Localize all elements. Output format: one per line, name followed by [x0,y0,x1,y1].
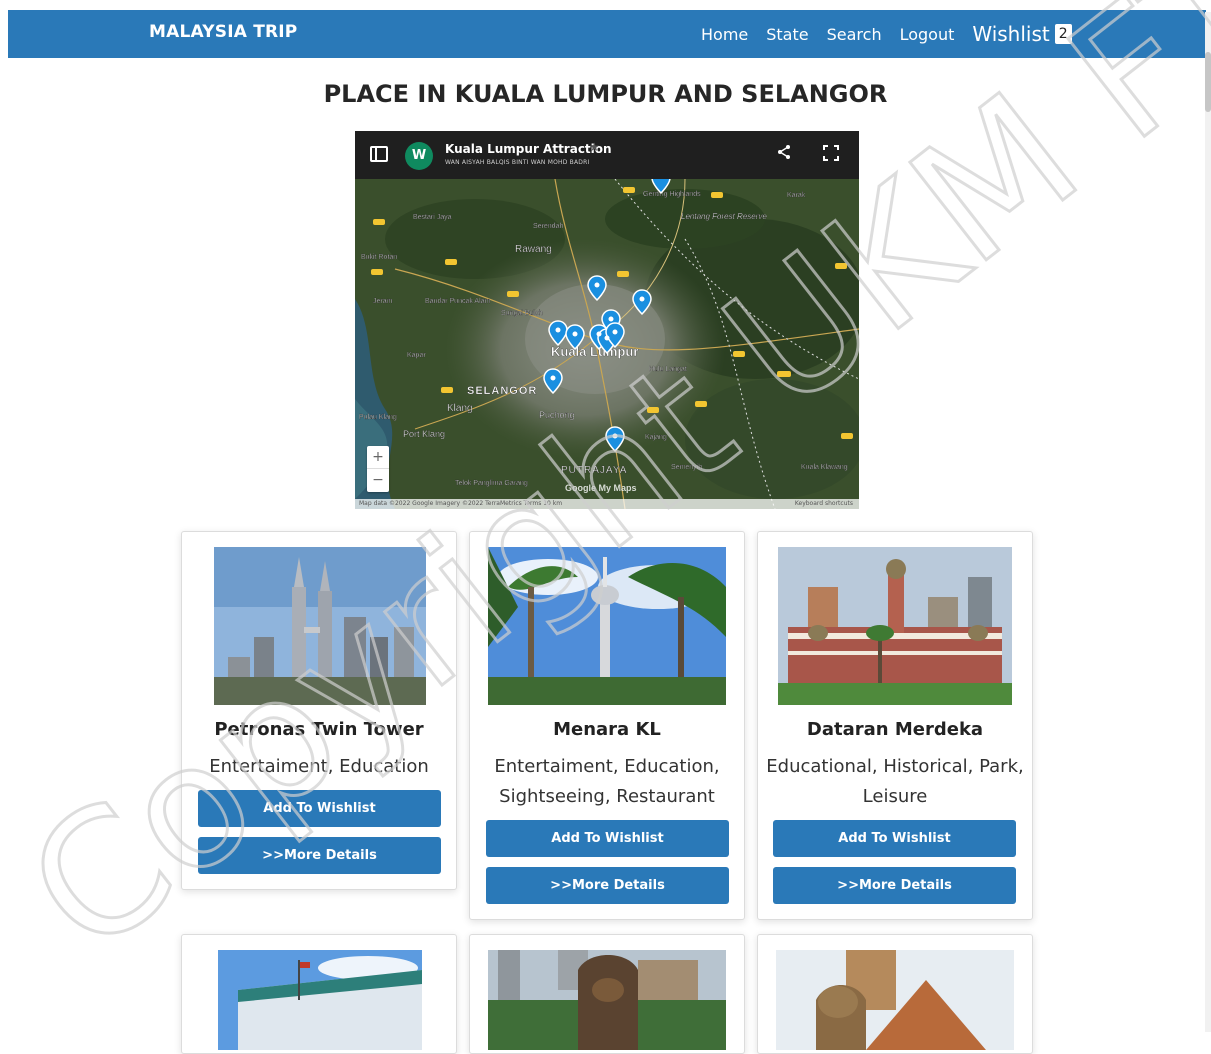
map-label-kapar: Kapar [407,352,426,359]
place-name: Menara KL [553,719,661,740]
map-label-serendah: Serendah [533,223,563,230]
author-avatar: W [405,142,433,170]
map-label-jeram: Jeram [373,298,393,305]
map-attribution-text[interactable]: Map data ©2022 Google Imagery ©2022 Terr… [359,499,562,509]
map-graphic: Kuala Lumpur SELANGOR Rawang Klang Pucho… [355,168,859,509]
map-label-bestari-jaya: Bestari Jaya [413,214,452,221]
map-label-genting: Genting Highlands [643,191,701,198]
more-details-button[interactable]: >>More Details [198,837,441,874]
map-zoom-control: + − [367,446,389,492]
more-details-button[interactable]: >>More Details [486,867,729,904]
place-card [757,934,1033,1054]
place-photo [488,950,726,1050]
place-categories: Entertaiment, Education [209,756,429,777]
nav-search-link[interactable]: Search [827,25,882,44]
sidebar-panel-icon[interactable] [370,146,388,162]
nav-home-link[interactable]: Home [701,25,748,44]
zoom-in-button[interactable]: + [367,446,389,469]
more-details-button[interactable]: >>More Details [773,867,1016,904]
place-card [469,934,745,1054]
map-label-semenyih: Semenyih [671,464,702,471]
page-scrollbar[interactable] [1205,12,1211,1032]
map-label-selangor: SELANGOR [467,385,537,397]
map-label-rawang: Rawang [515,244,552,255]
map-label-klang: Klang [447,403,473,414]
add-to-wishlist-button[interactable]: Add To Wishlist [486,820,729,857]
map-attribution: Map data ©2022 Google Imagery ©2022 Terr… [355,499,859,509]
place-card: Dataran Merdeka Educational, Historical,… [757,531,1033,920]
nav-logout-link[interactable]: Logout [900,25,955,44]
page-title: PLACE IN KUALA LUMPUR AND SELANGOR [323,80,888,108]
place-card [181,934,457,1054]
brand-logo-text[interactable]: MALAYSIA TRIP [149,22,297,42]
map-title[interactable]: Kuala Lumpur Attraction [445,142,612,156]
map-label-bandar-puncak: Bandar Puncak Alam [425,298,491,305]
place-card: Menara KL Entertaiment, Education, Sight… [469,531,745,920]
map-label-bukit-rotan: Bukit Rotan [361,254,397,261]
add-to-wishlist-button[interactable]: Add To Wishlist [198,790,441,827]
map-label-puchong: Puchong [539,410,575,420]
place-categories: Educational, Historical, Park, Leisure [766,756,1024,807]
map-label-hulu-langat: Hulu Langat [649,366,687,373]
place-name: Petronas Twin Tower [214,719,424,740]
map-label-pulau-klang: Pulau Klang [359,414,397,421]
place-photo [218,950,422,1050]
add-to-wishlist-button[interactable]: Add To Wishlist [773,820,1016,857]
map-label-kajang: Kajang [645,434,667,441]
map-satellite-view[interactable]: Kuala Lumpur SELANGOR Rawang Klang Pucho… [355,168,859,509]
star-icon[interactable]: ★ [589,140,600,154]
top-navbar: MALAYSIA TRIP Home State Search Logout W… [8,10,1206,58]
place-card: Petronas Twin Tower Entertaiment, Educat… [181,531,457,890]
zoom-out-button[interactable]: − [367,469,389,492]
wishlist-label: Wishlist [972,22,1050,46]
keyboard-shortcuts-link[interactable]: Keyboard shortcuts [795,499,853,509]
map-label-kuala-lumpur: Kuala Lumpur [551,344,638,359]
nav-links: Home State Search Logout Wishlist 2 [701,10,1072,58]
place-categories: Entertaiment, Education, Sightseeing, Re… [494,756,720,807]
map-header-bar: W Kuala Lumpur Attraction ★ WAN AISYAH B… [355,131,859,179]
place-photo [776,950,1014,1050]
wishlist-count-badge: 2 [1054,24,1072,44]
place-photo [214,547,426,705]
nav-state-link[interactable]: State [766,25,808,44]
nav-wishlist-link[interactable]: Wishlist 2 [972,22,1072,46]
map-author: WAN AISYAH BALQIS BINTI WAN MOHD BADRI [445,159,590,166]
map-label-telok-panglima: Telok Panglima Garang [455,480,528,487]
map-label-lentang: Lentang Forest Reserve [681,212,767,221]
place-photo [778,547,1012,705]
fullscreen-icon[interactable] [823,145,839,161]
map-label-karak: Karak [787,192,806,199]
google-my-maps-mark: Google My Maps [565,483,637,493]
share-icon[interactable] [776,144,792,164]
place-name: Dataran Merdeka [806,719,984,740]
map-label-putrajaya: PUTRAJAYA [561,465,627,476]
embedded-map[interactable]: Kuala Lumpur SELANGOR Rawang Klang Pucho… [355,131,859,509]
map-label-port-klang: Port Klang [403,429,445,439]
map-label-kuala-klawang: Kuala Klawang [801,464,848,471]
map-label-sungai-buloh: Sungai Buloh [501,310,543,317]
place-photo [488,547,726,705]
